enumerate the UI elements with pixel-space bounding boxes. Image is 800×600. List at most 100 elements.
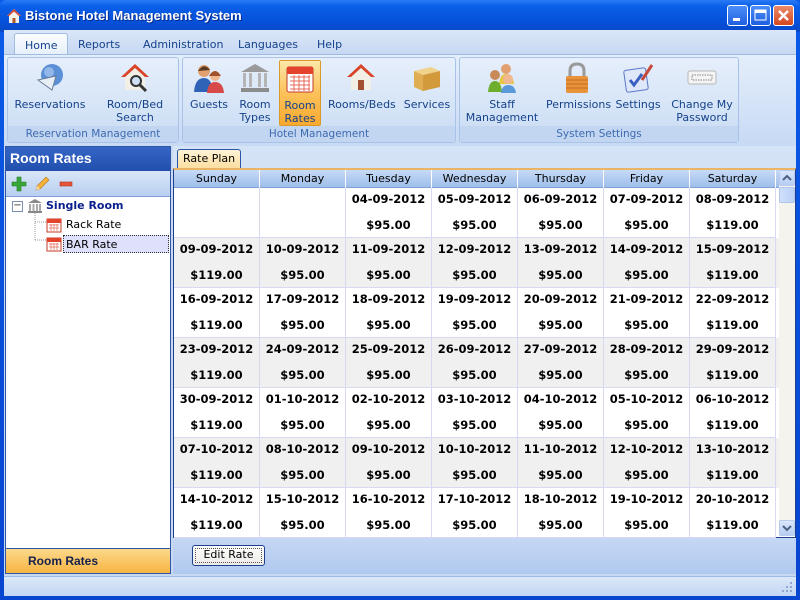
column-header-sunday: Sunday (174, 170, 260, 188)
day-cell[interactable]: 21-09-2012 $95.00 (604, 288, 690, 338)
day-cell[interactable]: 13-09-2012 $95.00 (518, 238, 604, 288)
day-cell[interactable]: 03-10-2012 $95.00 (432, 388, 518, 438)
day-cell[interactable]: 04-09-2012 $95.00 (346, 188, 432, 238)
day-cell[interactable]: 12-09-2012 $95.00 (432, 238, 518, 288)
tree-node-bar-rate[interactable]: BAR Rate (63, 235, 169, 253)
cell-date: 11-10-2012 (523, 442, 598, 456)
day-cell[interactable]: 22-09-2012 $119.00 (690, 288, 776, 338)
tab-home[interactable]: Home (14, 33, 69, 54)
day-cell[interactable]: 11-10-2012 $95.00 (518, 438, 604, 488)
room-bed-search-center-button[interactable]: Room/Bed Search Center (96, 60, 174, 137)
collapse-toggle[interactable]: − (12, 201, 23, 212)
app-window: Bistone Hotel Management System Home Rep… (0, 0, 800, 600)
day-cell[interactable]: 16-10-2012 $95.00 (346, 488, 432, 538)
day-cell[interactable]: 23-09-2012 $119.00 (174, 338, 260, 388)
day-cell[interactable]: 14-10-2012 $119.00 (174, 488, 260, 538)
day-cell[interactable]: 26-09-2012 $95.00 (432, 338, 518, 388)
cell-date: 16-10-2012 (351, 492, 426, 506)
cell-price: $119.00 (706, 418, 759, 432)
rooms-beds-button[interactable]: Rooms/Beds (328, 60, 396, 126)
cell-price: $95.00 (366, 418, 411, 432)
day-cell[interactable]: 07-09-2012 $95.00 (604, 188, 690, 238)
edit-rate-button[interactable]: Edit Rate (192, 545, 265, 566)
day-cell[interactable]: 15-10-2012 $95.00 (260, 488, 346, 538)
day-cell[interactable]: 13-10-2012 $119.00 (690, 438, 776, 488)
vertical-scrollbar[interactable] (779, 170, 795, 536)
maximize-button[interactable] (750, 5, 771, 26)
day-cell[interactable]: 07-10-2012 $119.00 (174, 438, 260, 488)
tree-node-single-room[interactable]: Single Room (46, 197, 124, 215)
tree-node-rack-rate[interactable]: Rack Rate (64, 216, 123, 234)
scroll-up-button[interactable] (779, 170, 795, 186)
minimize-button[interactable] (727, 5, 748, 26)
day-cell[interactable] (260, 188, 346, 238)
day-cell[interactable]: 30-09-2012 $119.00 (174, 388, 260, 438)
day-cell[interactable]: 09-09-2012 $119.00 (174, 238, 260, 288)
day-cell[interactable]: 18-09-2012 $95.00 (346, 288, 432, 338)
day-cell[interactable]: 15-09-2012 $119.00 (690, 238, 776, 288)
day-cell[interactable]: 16-09-2012 $119.00 (174, 288, 260, 338)
change-password-button[interactable]: Change My Password (668, 60, 736, 126)
resize-grip-icon[interactable] (780, 580, 794, 594)
grid-header: Sunday Monday Tuesday Wednesday Thursday Frid… (174, 170, 779, 188)
services-button[interactable]: Services (401, 60, 453, 126)
cell-price: $95.00 (366, 318, 411, 332)
settings-button[interactable]: Settings (614, 60, 662, 126)
day-cell[interactable]: 02-10-2012 $95.00 (346, 388, 432, 438)
staff-management-button[interactable]: Staff Management (463, 60, 541, 126)
close-button[interactable] (773, 5, 794, 26)
week-row: 14-10-2012 $119.00 15-10-2012 $95.00 16-10-2… (174, 488, 779, 538)
day-cell[interactable]: 29-09-2012 $119.00 (690, 338, 776, 388)
scroll-thumb[interactable] (779, 187, 795, 203)
cell-price: $95.00 (280, 418, 325, 432)
cell-price: $119.00 (706, 368, 759, 382)
day-cell[interactable]: 28-09-2012 $95.00 (604, 338, 690, 388)
remove-icon[interactable] (58, 176, 74, 192)
day-cell[interactable]: 20-09-2012 $95.00 (518, 288, 604, 338)
add-icon[interactable] (11, 176, 27, 192)
day-cell[interactable]: 19-09-2012 $95.00 (432, 288, 518, 338)
day-cell[interactable]: 10-09-2012 $95.00 (260, 238, 346, 288)
day-cell[interactable]: 12-10-2012 $95.00 (604, 438, 690, 488)
room-types-button[interactable]: Room Types (235, 60, 275, 126)
day-cell[interactable]: 06-10-2012 $119.00 (690, 388, 776, 438)
tab-languages[interactable]: Languages (228, 33, 308, 54)
day-cell[interactable]: 10-10-2012 $95.00 (432, 438, 518, 488)
day-cell[interactable]: 14-09-2012 $95.00 (604, 238, 690, 288)
day-cell[interactable]: 19-10-2012 $95.00 (604, 488, 690, 538)
cell-date: 17-10-2012 (437, 492, 512, 506)
day-cell[interactable]: 01-10-2012 $95.00 (260, 388, 346, 438)
room-rates-button[interactable]: Room Rates (279, 60, 321, 126)
cell-price: $119.00 (190, 418, 243, 432)
day-cell[interactable]: 20-10-2012 $119.00 (690, 488, 776, 538)
day-cell[interactable]: 05-10-2012 $95.00 (604, 388, 690, 438)
tab-rate-plan[interactable]: Rate Plan (177, 149, 242, 168)
reservations-button[interactable]: Reservations (14, 60, 86, 126)
day-cell[interactable]: 05-09-2012 $95.00 (432, 188, 518, 238)
day-cell[interactable]: 24-09-2012 $95.00 (260, 338, 346, 388)
room-rates-nav-button[interactable]: Room Rates (5, 548, 171, 574)
tab-help[interactable]: Help (307, 33, 352, 54)
day-cell[interactable]: 17-09-2012 $95.00 (260, 288, 346, 338)
day-cell[interactable]: 08-10-2012 $95.00 (260, 438, 346, 488)
day-cell[interactable]: 25-09-2012 $95.00 (346, 338, 432, 388)
scroll-down-button[interactable] (779, 520, 795, 536)
day-cell[interactable]: 18-10-2012 $95.00 (518, 488, 604, 538)
cell-date: 11-09-2012 (351, 242, 426, 256)
day-cell[interactable]: 11-09-2012 $95.00 (346, 238, 432, 288)
day-cell[interactable]: 04-10-2012 $95.00 (518, 388, 604, 438)
edit-icon[interactable] (34, 176, 50, 192)
day-cell[interactable]: 17-10-2012 $95.00 (432, 488, 518, 538)
day-cell[interactable]: 09-10-2012 $95.00 (346, 438, 432, 488)
guests-button[interactable]: Guests (188, 60, 230, 126)
group-reservation-management: Reservations Room/Bed Search Center Rese… (7, 57, 179, 143)
day-cell[interactable]: 27-09-2012 $95.00 (518, 338, 604, 388)
tab-reports[interactable]: Reports (68, 33, 130, 54)
day-cell[interactable]: 06-09-2012 $95.00 (518, 188, 604, 238)
permissions-button[interactable]: Permissions (546, 60, 611, 126)
password-field-icon (687, 70, 717, 85)
day-cell[interactable]: 08-09-2012 $119.00 (690, 188, 776, 238)
title-bar[interactable]: Bistone Hotel Management System (0, 0, 800, 32)
tab-administration[interactable]: Administration (133, 33, 234, 54)
day-cell[interactable] (174, 188, 260, 238)
